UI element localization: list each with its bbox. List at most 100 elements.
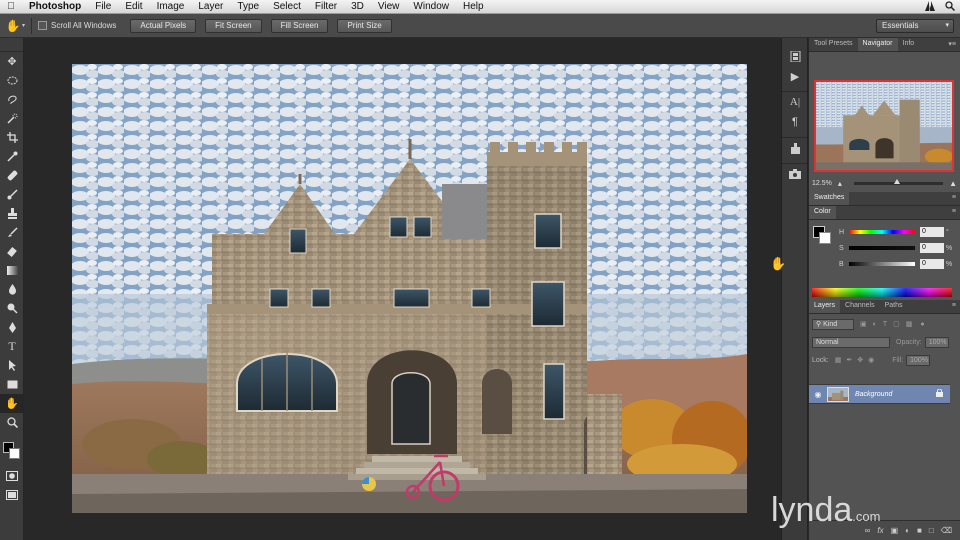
character-panel-icon[interactable]: A| [782, 92, 808, 112]
tab-color[interactable]: Color [809, 206, 836, 219]
quick-select-tool-icon[interactable] [0, 109, 24, 128]
layer-row-background[interactable]: ◉ Background [809, 384, 950, 404]
brightness-slider[interactable] [849, 262, 915, 266]
adjustment-filter-icon[interactable]: ◐ [873, 321, 877, 328]
clone-stamp-tool-icon[interactable] [0, 204, 24, 223]
move-tool-icon[interactable]: ✥ [0, 52, 24, 71]
eyedropper-tool-icon[interactable] [0, 147, 24, 166]
panel-menu-icon[interactable]: ≡ [952, 302, 956, 309]
menu-window[interactable]: Window [406, 0, 456, 14]
zoom-slider-knob[interactable] [893, 178, 900, 184]
shape-filter-icon[interactable]: ▢ [893, 320, 900, 328]
zoom-tool-icon[interactable] [0, 413, 24, 432]
tab-channels[interactable]: Channels [840, 300, 880, 313]
hue-value[interactable]: 0 [920, 227, 944, 237]
lock-transparent-icon[interactable]: ▦ [835, 356, 842, 364]
brush-tool-icon[interactable] [0, 185, 24, 204]
print-size-button[interactable]: Print Size [337, 18, 392, 33]
menu-help[interactable]: Help [456, 0, 491, 14]
saturation-value[interactable]: 0 [920, 243, 944, 253]
menu-view[interactable]: View [371, 0, 407, 14]
brightness-value[interactable]: 0 [920, 259, 944, 269]
actions-panel-icon[interactable]: ▶ [782, 66, 808, 86]
document-canvas[interactable] [72, 64, 747, 513]
trash-icon[interactable]: ⌫ [941, 526, 952, 535]
gradient-tool-icon[interactable] [0, 261, 24, 280]
path-selection-tool-icon[interactable] [0, 356, 24, 375]
filter-toggle-icon[interactable]: ● [920, 321, 924, 328]
blend-mode-select[interactable]: Normal [812, 336, 890, 348]
type-filter-icon[interactable]: T [883, 321, 887, 328]
background-color-swatch[interactable] [9, 448, 20, 459]
brush-presets-icon[interactable] [782, 164, 808, 184]
tab-navigator[interactable]: Navigator [857, 38, 898, 51]
tab-swatches[interactable]: Swatches [809, 192, 850, 205]
menu-layer[interactable]: Layer [191, 0, 230, 14]
screen-mode-icon[interactable] [0, 485, 24, 504]
toolbox-grip[interactable] [0, 38, 23, 52]
zoom-level[interactable]: 12.5% [812, 180, 832, 187]
adobe-icon[interactable] [925, 0, 935, 14]
new-group-icon[interactable]: ■ [917, 526, 922, 535]
add-mask-icon[interactable]: ▣ [891, 526, 899, 535]
color-spectrum-ramp[interactable] [812, 288, 952, 297]
tab-layers[interactable]: Layers [809, 300, 841, 313]
menu-file[interactable]: File [88, 0, 118, 14]
zoom-slider[interactable] [853, 178, 944, 185]
saturation-slider[interactable] [849, 246, 915, 250]
menu-3d[interactable]: 3D [344, 0, 371, 14]
menu-edit[interactable]: Edit [118, 0, 149, 14]
blur-tool-icon[interactable] [0, 280, 24, 299]
zoom-out-icon[interactable]: ▴ [838, 179, 842, 188]
color-background-swatch[interactable] [819, 232, 831, 244]
pixel-filter-icon[interactable]: ▣ [860, 320, 867, 328]
scroll-all-windows-checkbox[interactable] [38, 21, 48, 30]
lock-all-icon[interactable]: ◉ [868, 356, 874, 364]
quick-mask-icon[interactable] [0, 466, 24, 485]
fit-screen-button[interactable]: Fit Screen [205, 18, 262, 33]
rectangle-tool-icon[interactable] [0, 375, 24, 394]
preset-dropdown-icon[interactable]: ▾ [22, 22, 25, 29]
lasso-tool-icon[interactable] [0, 90, 24, 109]
crop-tool-icon[interactable] [0, 128, 24, 147]
panel-menu-icon[interactable]: ≡ [952, 194, 956, 201]
new-layer-icon[interactable]: □ [929, 526, 934, 535]
hand-tool-icon[interactable]: ✋ [0, 394, 24, 413]
adjustment-layer-icon[interactable]: ◐ [905, 526, 910, 535]
layer-name[interactable]: Background [855, 391, 936, 398]
canvas-area[interactable] [25, 38, 780, 540]
spotlight-icon[interactable] [945, 0, 956, 14]
fill-screen-button[interactable]: Fill Screen [270, 18, 329, 33]
menu-image[interactable]: Image [150, 0, 192, 14]
marquee-tool-icon[interactable] [0, 71, 24, 90]
dock-grip[interactable] [782, 38, 807, 46]
dodge-tool-icon[interactable] [0, 299, 24, 318]
actual-pixels-button[interactable]: Actual Pixels [130, 18, 197, 33]
eye-icon[interactable]: ◉ [809, 390, 827, 399]
tool-presets-icon[interactable] [782, 138, 808, 158]
navigator-preview[interactable] [814, 80, 954, 172]
tab-info[interactable]: Info [898, 38, 920, 51]
history-panel-icon[interactable] [782, 46, 808, 66]
history-brush-tool-icon[interactable] [0, 223, 24, 242]
zoom-in-icon[interactable]: ▲ [949, 179, 957, 188]
opacity-input[interactable]: 100% [924, 336, 949, 348]
lock-position-icon[interactable]: ✥ [857, 356, 863, 364]
healing-brush-tool-icon[interactable] [0, 166, 24, 185]
menu-type[interactable]: Type [230, 0, 266, 14]
workspace-select[interactable]: Essentials ▾ [876, 19, 954, 33]
fill-input[interactable]: 100% [906, 354, 931, 366]
tab-paths[interactable]: Paths [880, 300, 908, 313]
tab-tool-presets[interactable]: Tool Presets [809, 38, 858, 51]
eraser-tool-icon[interactable] [0, 242, 24, 261]
menu-select[interactable]: Select [266, 0, 308, 14]
layer-kind-select[interactable]: ⚲ Kind [812, 318, 854, 330]
smart-object-filter-icon[interactable]: ▩ [906, 320, 913, 328]
menu-filter[interactable]: Filter [308, 0, 344, 14]
panel-menu-icon[interactable]: ≡ [952, 208, 956, 215]
lock-image-icon[interactable]: ✒ [846, 356, 852, 364]
menu-app-name[interactable]: Photoshop [22, 0, 88, 14]
pen-tool-icon[interactable] [0, 318, 24, 337]
paragraph-panel-icon[interactable]: ¶ [782, 112, 808, 132]
panel-menu-icon[interactable]: ▾≡ [948, 40, 956, 48]
